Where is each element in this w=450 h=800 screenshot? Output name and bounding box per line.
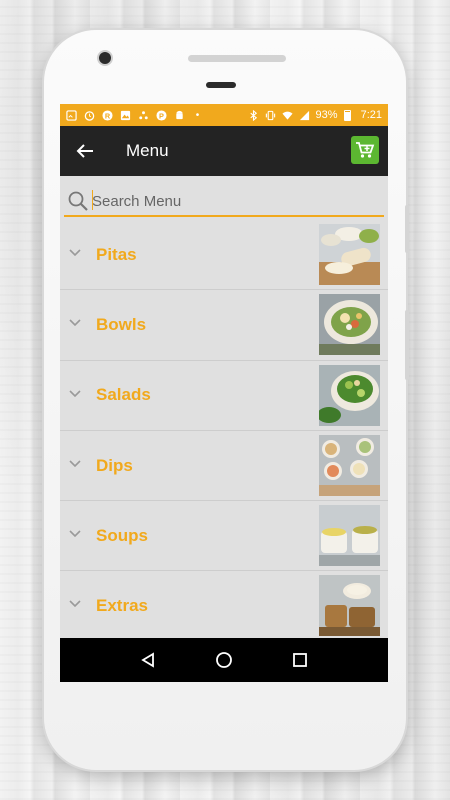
chevron-down-icon — [69, 319, 81, 327]
speaker-grille — [188, 55, 286, 62]
cart-button[interactable] — [351, 136, 379, 164]
clock-time: 7:21 — [360, 109, 382, 121]
system-icons: 93% 7:21 — [248, 109, 382, 121]
menu-item-extras[interactable]: Extras — [60, 571, 388, 642]
soups-thumbnail — [319, 505, 380, 567]
menu-item-bowls[interactable]: Bowls — [60, 290, 388, 361]
pitas-thumbnail — [319, 224, 380, 285]
dips-thumbnail — [319, 434, 380, 496]
bowls-thumbnail — [319, 294, 380, 356]
search-bar — [60, 176, 388, 220]
svg-text:R: R — [105, 111, 111, 120]
app-screen: R P • 93% 7:21 Menu Search Menu Pitas Bo… — [60, 104, 388, 682]
notification-icons: R P • — [66, 110, 203, 121]
search-icon — [68, 191, 88, 211]
battery-icon — [343, 109, 351, 121]
android-icon — [176, 110, 183, 119]
chevron-down-icon — [69, 600, 81, 608]
photo-icon — [120, 110, 131, 120]
circle-home-icon — [216, 652, 232, 668]
svg-text:P: P — [159, 111, 164, 120]
menu-item-label: Extras — [96, 596, 148, 616]
nav-back-button[interactable] — [137, 649, 159, 671]
parking-icon: P — [156, 109, 167, 121]
more-icon: • — [195, 109, 200, 121]
signal-icon — [299, 110, 309, 120]
earpiece — [206, 82, 236, 88]
vibrate-icon — [265, 110, 275, 120]
menu-item-label: Salads — [96, 385, 151, 405]
bluetooth-icon — [249, 109, 257, 121]
page-title: Menu — [126, 141, 169, 160]
battery-percent: 93% — [315, 109, 338, 121]
wifi-icon — [282, 111, 293, 120]
nav-recents-button[interactable] — [289, 649, 311, 671]
menu-item-pitas[interactable]: Pitas — [60, 220, 388, 291]
volume-button — [405, 205, 409, 253]
square-recents-icon — [293, 653, 307, 667]
menu-item-salads[interactable]: Salads — [60, 360, 388, 431]
timer-icon — [84, 110, 95, 121]
salads-thumbnail — [319, 364, 380, 426]
image-icon — [66, 109, 77, 121]
search-underline — [64, 215, 384, 217]
menu-item-label: Bowls — [96, 314, 147, 334]
front-camera — [99, 52, 111, 64]
chevron-down-icon — [69, 249, 81, 257]
arrow-left-icon — [76, 144, 93, 158]
chevron-down-icon — [69, 530, 81, 538]
power-button — [405, 310, 409, 380]
menu-item-label: Pitas — [96, 244, 137, 264]
menu-category-list: Pitas Bowls Salads Dips Soups Extras — [60, 220, 388, 642]
status-bar: R P • 93% 7:21 — [60, 104, 388, 126]
menu-item-soups[interactable]: Soups — [60, 501, 388, 572]
extras-thumbnail — [319, 575, 380, 637]
app-toolbar: Menu — [60, 126, 388, 176]
chevron-down-icon — [69, 390, 81, 397]
chevron-down-icon — [69, 460, 81, 468]
back-button[interactable] — [60, 126, 110, 176]
triangle-back-icon — [141, 652, 154, 668]
nav-home-button[interactable] — [213, 649, 235, 671]
text-cursor — [92, 190, 93, 210]
system-nav-bar — [60, 638, 388, 682]
menu-item-label: Soups — [96, 525, 148, 545]
menu-item-dips[interactable]: Dips — [60, 430, 388, 502]
menu-item-label: Dips — [96, 455, 133, 475]
r-app-icon: R — [102, 109, 113, 121]
cart-icon — [356, 142, 375, 158]
dots-icon — [139, 110, 148, 119]
search-input[interactable] — [92, 188, 372, 214]
